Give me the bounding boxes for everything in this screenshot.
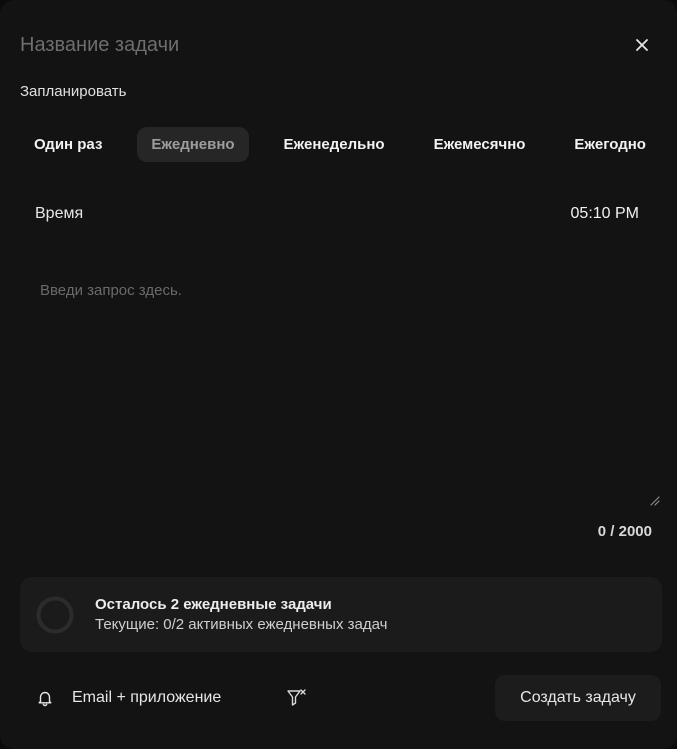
quota-subtitle: Текущие: 0/2 активных ежедневных задач [95,616,388,633]
frequency-selector: Один раз Ежедневно Еженедельно Ежемесячн… [20,124,660,164]
quota-progress-ring-icon [36,596,74,634]
filter-clear-icon[interactable] [285,686,309,710]
frequency-option-weekly[interactable]: Еженедельно [270,127,399,162]
prompt-textarea[interactable] [40,282,660,507]
schedule-task-modal: Запланировать Один раз Ежедневно Еженеде… [0,0,677,749]
frequency-option-yearly[interactable]: Ежегодно [560,127,660,162]
notification-selector[interactable]: Email + приложение [36,686,221,710]
frequency-option-once[interactable]: Один раз [20,127,116,162]
schedule-label: Запланировать [20,83,127,100]
character-counter: 0 / 2000 [597,523,652,540]
daily-quota-notice: Осталось 2 ежедневные задачи Текущие: 0/… [20,577,662,652]
close-icon [636,39,648,51]
time-picker[interactable]: 05:10 PM [571,205,639,223]
task-title-input[interactable] [20,28,580,62]
time-label: Время [35,205,84,222]
time-row: Время 05:10 PM [35,203,639,225]
quota-title: Осталось 2 ежедневные задачи [95,596,332,613]
close-button[interactable] [629,32,655,58]
frequency-option-monthly[interactable]: Ежемесячно [420,127,540,162]
frequency-option-daily[interactable]: Ежедневно [137,126,249,162]
resize-handle-icon[interactable] [648,494,660,506]
notification-label: Email + приложение [72,689,222,706]
create-task-button[interactable]: Создать задачу [495,675,661,721]
bell-icon [38,691,52,707]
